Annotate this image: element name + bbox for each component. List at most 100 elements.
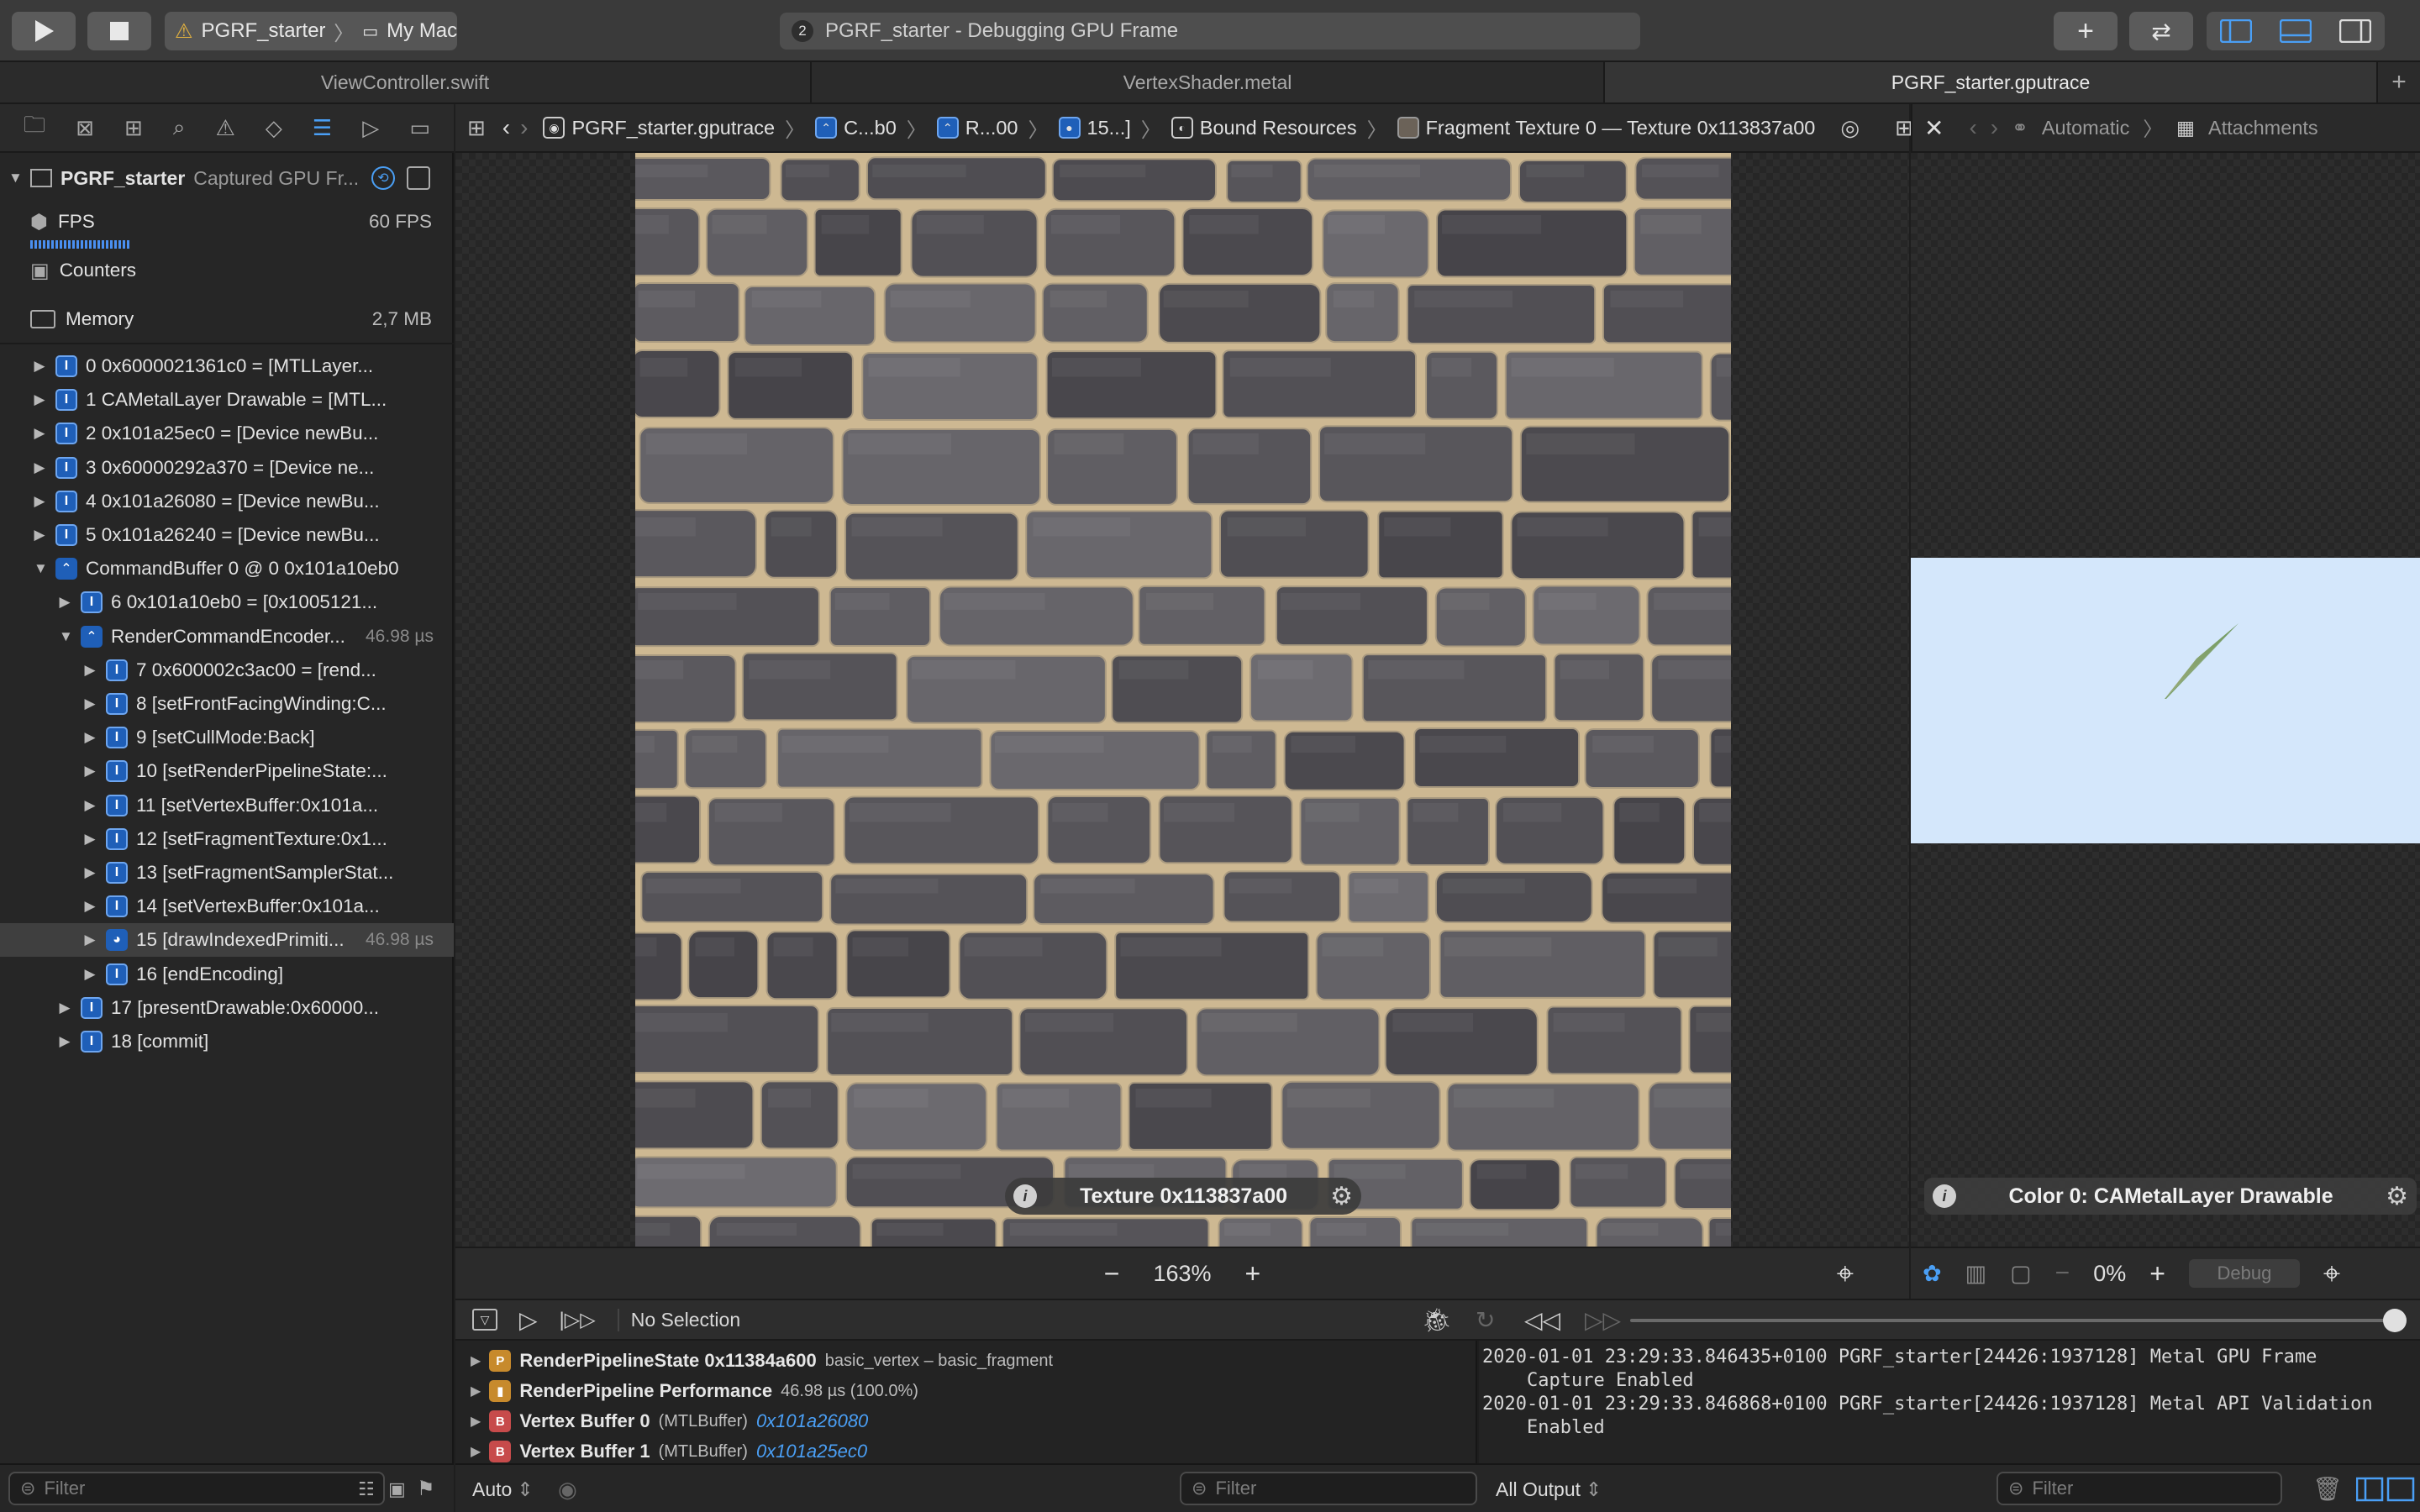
stop-button[interactable] xyxy=(87,12,151,50)
console-filter-input[interactable]: ⊜ Filter xyxy=(1996,1472,2282,1505)
info-icon[interactable]: i xyxy=(1013,1184,1037,1208)
disclosure-right-icon[interactable]: ▶ xyxy=(34,358,45,375)
command-row[interactable]: ▶ I 6 0x101a10eb0 = [0x1005121... xyxy=(0,585,454,619)
step-back-icon[interactable]: ◁◁ xyxy=(1524,1306,1560,1334)
disclosure-right-icon[interactable]: ▶ xyxy=(84,729,96,746)
breadcrumb-bound-resources[interactable]: ◐ Bound Resources xyxy=(1171,117,1357,139)
frame-icon[interactable]: ▢ xyxy=(2010,1261,2032,1287)
disclosure-right-icon[interactable]: ▶ xyxy=(34,459,45,476)
debug-button[interactable]: Debug xyxy=(2188,1259,2300,1288)
crosshair-icon[interactable]: ⌖ xyxy=(1837,1256,1854,1292)
disclosure-right-icon[interactable]: ▶ xyxy=(34,493,45,510)
bug-icon[interactable]: 🐞︎ xyxy=(1422,1306,1452,1334)
command-row[interactable]: ▶ I 16 [endEncoding] xyxy=(0,958,454,991)
command-row[interactable]: ▶ I 17 [presentDrawable:0x60000... xyxy=(0,991,454,1025)
command-row[interactable]: ▶ I 18 [commit] xyxy=(0,1025,454,1058)
library-button[interactable]: + xyxy=(2054,12,2118,50)
breadcrumb-commandbuffer[interactable]: ⌃ C...b0 xyxy=(815,117,897,139)
back-button[interactable]: ‹ xyxy=(1969,114,1976,141)
disclosure-right-icon[interactable]: ▶ xyxy=(34,425,45,442)
back-button[interactable]: ‹ xyxy=(502,114,510,141)
breadcrumb-draw[interactable]: ● 15...] xyxy=(1058,117,1131,139)
command-row[interactable]: ▼ ⌃ CommandBuffer 0 @ 0 0x101a10eb0 xyxy=(0,552,454,585)
tab-gputrace[interactable]: PGRF_starter.gputrace xyxy=(1605,62,2378,102)
left-panel-icon[interactable] xyxy=(2220,19,2253,43)
breadcrumb-file[interactable]: ◉ PGRF_starter.gputrace xyxy=(543,117,775,139)
breadcrumb-texture[interactable]: Fragment Texture 0 — Texture 0x113837a00 xyxy=(1397,117,1815,139)
symbol-icon[interactable]: ⊞ xyxy=(124,115,143,141)
close-icon[interactable]: ✕ xyxy=(1924,114,1944,142)
eye-icon[interactable]: ◉ xyxy=(558,1477,577,1503)
disclosure-right-icon[interactable]: ▶ xyxy=(59,594,71,611)
variable-row[interactable]: ▶ B Vertex Buffer 0 (MTLBuffer) 0x101a26080 xyxy=(471,1406,868,1436)
capture-header[interactable]: ▼ PGRF_starter Captured GPU Fr... ⟲ xyxy=(0,161,454,195)
scheme-selector[interactable]: ⚠ PGRF_starter 〉 ▭ My Mac xyxy=(165,12,457,50)
info-icon[interactable]: i xyxy=(1933,1184,1956,1208)
command-row[interactable]: ▶ I 14 [setVertexBuffer:0x101a... xyxy=(0,890,454,923)
breadcrumb-encoder[interactable]: ⌃ R...00 xyxy=(936,117,1018,139)
command-row[interactable]: ▶ I 0 0x6000021361c0 = [MTLLayer... xyxy=(0,349,454,383)
zoom-out-button[interactable]: − xyxy=(1104,1258,1120,1289)
disclosure-right-icon[interactable]: ▶ xyxy=(34,527,45,543)
disclosure-right-icon[interactable]: ▶ xyxy=(84,797,96,814)
command-row[interactable]: ▶ I 13 [setFragmentSamplerStat... xyxy=(0,856,454,890)
command-row[interactable]: ▼ ⌃ RenderCommandEncoder... 46.98 µs xyxy=(0,620,454,654)
info-filter-icon[interactable]: ▣ xyxy=(388,1478,406,1500)
disclosure-right-icon[interactable]: ▶ xyxy=(84,662,96,679)
zoom-in-button[interactable]: + xyxy=(1245,1258,1261,1289)
disclosure-right-icon[interactable]: ▶ xyxy=(59,1000,71,1016)
crosshair-icon[interactable]: ⌖ xyxy=(2323,1256,2340,1292)
assistant-section[interactable]: Attachments xyxy=(2208,117,2318,139)
source-control-icon[interactable]: ⊠ xyxy=(76,115,94,141)
forward-button[interactable]: › xyxy=(1991,114,1998,141)
disclosure-right-icon[interactable]: ▶ xyxy=(59,1033,71,1050)
command-row[interactable]: ▶ I 3 0x60000292a370 = [Device ne... xyxy=(0,451,454,485)
command-row[interactable]: ▶ I 5 0x101a26240 = [Device newBu... xyxy=(0,518,454,552)
folder-icon[interactable]: 🗀 xyxy=(24,109,45,146)
disclosure-right-icon[interactable]: ▶ xyxy=(84,966,96,983)
disclosure-right-icon[interactable]: ▶ xyxy=(84,696,96,712)
disclosure-right-icon[interactable]: ▶ xyxy=(84,864,96,881)
disclosure-right-icon[interactable]: ▶ xyxy=(471,1352,481,1369)
disclosure-right-icon[interactable]: ▶ xyxy=(84,932,96,948)
disclosure-down-icon[interactable]: ▼ xyxy=(59,628,73,645)
command-row[interactable]: ▶ ◕ 15 [drawIndexedPrimiti... 46.98 µs xyxy=(0,923,454,958)
trash-icon[interactable]: 🗑︎ xyxy=(2312,1475,2343,1503)
issue-icon[interactable]: ⚠ xyxy=(215,115,234,141)
texture-image[interactable] xyxy=(635,153,1731,1247)
breakpoint-icon[interactable]: ▷ xyxy=(362,115,379,141)
command-row[interactable]: ▶ I 12 [setFragmentTexture:0x1... xyxy=(0,822,454,856)
memory-gauge[interactable]: Memory 2,7 MB xyxy=(0,302,454,336)
disclosure-right-icon[interactable]: ▶ xyxy=(471,1413,481,1430)
forward-button[interactable]: › xyxy=(520,114,528,141)
film-icon[interactable]: ▥ xyxy=(1965,1261,1987,1287)
test-icon[interactable]: ◇ xyxy=(266,115,282,141)
navigator-filter-input[interactable]: ⊜ Filter xyxy=(8,1472,385,1505)
disclosure-right-icon[interactable]: ▶ xyxy=(84,831,96,848)
command-row[interactable]: ▶ I 9 [setCullMode:Back] xyxy=(0,721,454,754)
step-forward-icon[interactable]: ▷▷ xyxy=(1585,1306,1621,1334)
split-view-icon[interactable] xyxy=(2356,1477,2415,1502)
code-review-button[interactable]: ⇄ xyxy=(2129,12,2193,50)
scrubber-track[interactable] xyxy=(1630,1319,2391,1322)
disclosure-right-icon[interactable]: ▶ xyxy=(84,763,96,780)
find-icon[interactable]: ⌕ xyxy=(173,114,186,141)
right-panel-icon[interactable] xyxy=(2338,19,2371,43)
command-row[interactable]: ▶ I 7 0x600002c3ac00 = [rend... xyxy=(0,654,454,687)
command-row[interactable]: ▶ I 4 0x101a26080 = [Device newBu... xyxy=(0,485,454,518)
counters-gauge[interactable]: ▣ Counters xyxy=(0,254,454,287)
command-row[interactable]: ▶ I 11 [setVertexBuffer:0x101a... xyxy=(0,789,454,822)
fps-gauge[interactable]: ⬢ FPS 60 FPS xyxy=(0,205,454,239)
command-row[interactable]: ▶ I 1 CAMetalLayer Drawable = [MTL... xyxy=(0,383,454,417)
gear-icon[interactable]: ⚙ xyxy=(2386,1182,2408,1211)
run-button[interactable] xyxy=(12,12,76,50)
variable-row[interactable]: ▶ ▮ RenderPipeline Performance 46.98 µs (10… xyxy=(471,1376,918,1406)
new-tab-button[interactable]: + xyxy=(2378,62,2420,102)
output-selector[interactable]: All Output ⇕ xyxy=(1496,1478,1602,1501)
tab-vertexshader[interactable]: VertexShader.metal xyxy=(812,62,1605,102)
gear-icon[interactable]: ⚙ xyxy=(1330,1182,1353,1211)
command-row[interactable]: ▶ I 10 [setRenderPipelineState:... xyxy=(0,754,454,788)
disclosure-down-icon[interactable]: ▼ xyxy=(34,560,48,577)
breakpoints-toggle-icon[interactable]: ▷ xyxy=(519,1306,538,1334)
color-attachment-image[interactable] xyxy=(1911,558,2420,843)
